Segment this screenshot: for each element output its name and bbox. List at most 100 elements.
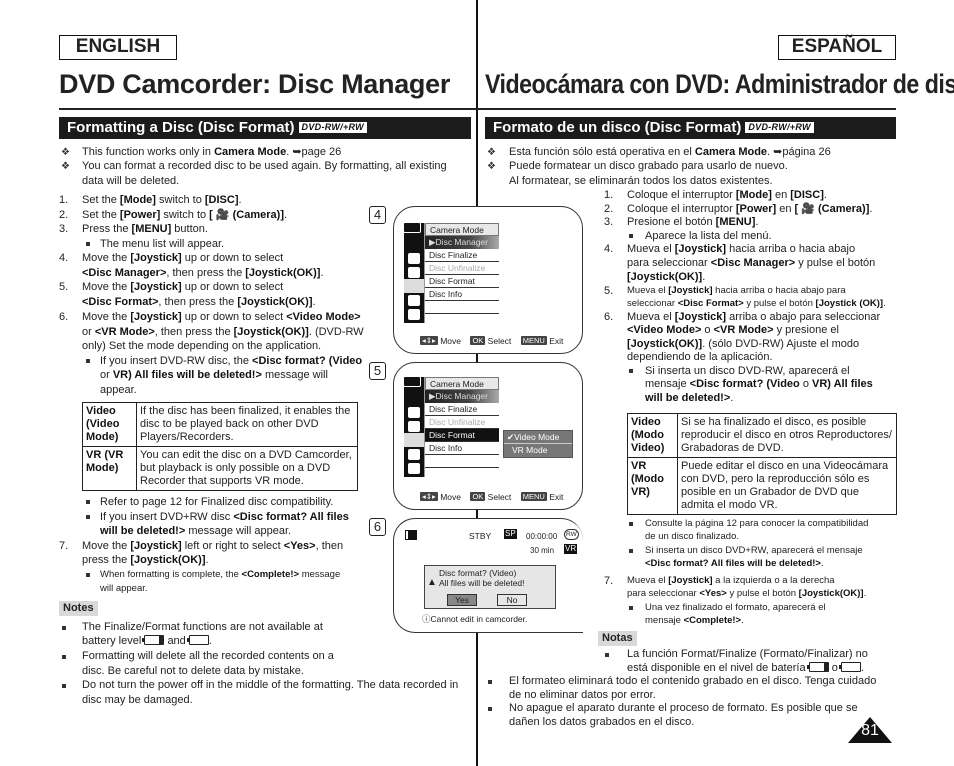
square-bullet-icon: [62, 626, 66, 630]
step-4: Move the [Joystick] up or down to select: [82, 252, 284, 264]
joystick-icon: ◂⇕▸: [420, 492, 438, 501]
format-dialog: ▲ Disc format? (Video) All files will be…: [424, 565, 556, 609]
menu-item-disc-manager[interactable]: ▶Disc Manager: [425, 390, 499, 403]
disc-type-icon: RW: [564, 529, 579, 540]
intro-line: Al formatear, se eliminarán todos los da…: [509, 175, 773, 187]
notes-label: Notes: [59, 601, 98, 616]
warning-icon: ▲: [427, 577, 437, 588]
menu-item-disc-info[interactable]: Disc Info: [425, 288, 499, 301]
menu-list: Camera Mode ▶Disc Manager Disc Finalize …: [424, 377, 504, 477]
screen-step-4: Camera Mode ▶Disc Manager Disc Finalize …: [393, 206, 583, 354]
info-line: ⓘCannot edit in camcorder.: [422, 614, 528, 624]
square-bullet-icon: [86, 242, 90, 246]
camera-mode-icon: [403, 222, 421, 233]
status-text: STBY: [469, 531, 492, 541]
step-6-cont: <Video Mode> o <VR Mode> y presione el: [627, 324, 839, 336]
diamond-bullet-icon: ❖: [487, 161, 496, 172]
square-bullet-icon: [62, 684, 66, 688]
step-6-note: will be deleted!>.: [645, 392, 734, 404]
disc-type-badge: DVD-RW/+RW: [298, 122, 367, 133]
menu-item-disc-format[interactable]: Disc Format: [425, 275, 499, 288]
language-label-english: ENGLISH: [59, 35, 177, 60]
step-5: Move the [Joystick] up or down to select: [82, 281, 284, 293]
table-value: Si se ha finalizado el disco, es posible…: [677, 413, 897, 458]
no-button[interactable]: No: [497, 594, 527, 606]
square-bullet-icon: [488, 680, 492, 684]
table-row: Video (Video Mode) If the disc has been f…: [82, 402, 358, 447]
step-2: Set the [Power] switch to [ 🎥 (Camera)].: [82, 209, 288, 221]
note-3: Do not turn the power off in the middle …: [82, 679, 459, 691]
screen-step-6: STBY SP 00:00:00 RW 30 min VR ▲ Disc for…: [393, 518, 583, 633]
square-bullet-icon: [629, 369, 633, 373]
tv-icon: [408, 449, 420, 460]
step-6-note: If you insert DVD-RW disc, the <Disc for…: [100, 355, 363, 367]
step-1: Coloque el interruptor [Mode] en [DISC].: [627, 189, 827, 201]
after-table-note: <Disc format? All files will be deleted!…: [645, 558, 824, 569]
note-2: Formatting will delete all the recorded …: [82, 650, 334, 662]
step-6-cont: or <VR Mode>, then press the [Joystick(O…: [82, 326, 364, 338]
after-table-note: If you insert DVD+RW disc <Disc format? …: [100, 511, 349, 523]
menu-item-disc-info[interactable]: Disc Info: [425, 442, 499, 455]
step-number: 6.: [59, 311, 69, 323]
screen-footer: ◂⇕▸ Move OK Select MENU Exit: [420, 336, 564, 346]
note-1: La función Format/Finalize (Formato/Fina…: [627, 648, 868, 660]
step-number: 6.: [604, 311, 614, 323]
step-6-note: or VR) All files will be deleted!> messa…: [100, 369, 328, 381]
screen-footer: ◂⇕▸ Move OK Select MENU Exit: [420, 492, 564, 502]
battery-icon: [405, 530, 417, 540]
battery-low-icon: [806, 662, 829, 672]
step-number: 4.: [604, 243, 614, 255]
step-7: Move the [Joystick] left or right to sel…: [82, 540, 344, 552]
square-bullet-icon: [629, 549, 633, 553]
page-number: 81: [861, 722, 879, 739]
table-key: Video (Video Mode): [82, 402, 137, 447]
intro-line: data will be deleted.: [82, 175, 180, 187]
menu-item-disc-format[interactable]: Disc Format: [425, 429, 499, 442]
square-bullet-icon: [605, 653, 609, 657]
step-number: 2.: [59, 209, 69, 221]
step-4-cont: [Joystick(OK)].: [627, 271, 706, 283]
square-bullet-icon: [86, 500, 90, 504]
submenu-item-vr-mode[interactable]: VR Mode: [504, 444, 572, 456]
submenu-item-video-mode[interactable]: ✔Video Mode: [504, 431, 572, 444]
intro-line: You can format a recorded disc to be use…: [82, 160, 447, 172]
menu-item-disc-finalize[interactable]: Disc Finalize: [425, 403, 499, 416]
menu-item-empty: [425, 301, 499, 314]
step-number: 4.: [59, 252, 69, 264]
section-title: Formatting a Disc (Disc Format): [67, 119, 295, 136]
menu-item-disc-finalize[interactable]: Disc Finalize: [425, 249, 499, 262]
step-5-cont: <Disc Format>, then press the [Joystick(…: [82, 296, 316, 308]
square-bullet-icon: [629, 234, 633, 238]
record-icon: [408, 253, 420, 264]
step-number: 5.: [604, 285, 614, 297]
yes-button[interactable]: Yes: [447, 594, 477, 606]
table-key: Video (Modo Video): [627, 413, 678, 458]
menu-item-disc-unfinalize[interactable]: Disc Unfinalize: [425, 416, 499, 429]
note-2: El formateo eliminará todo el contenido …: [509, 675, 877, 687]
note-1-cont: battery level and .: [82, 635, 212, 647]
page-title-spanish: Videocámara con DVD: Administrador de di…: [485, 69, 954, 99]
after-table-note: Refer to page 12 for Finalized disc comp…: [100, 496, 334, 508]
menu-item-disc-manager[interactable]: ▶Disc Manager: [425, 236, 499, 249]
table-value: If the disc has been finalized, it enabl…: [136, 402, 358, 447]
note-3-cont: dañen los datos grabados en el disco.: [509, 716, 695, 728]
tv-icon: [408, 295, 420, 306]
after-table-note: will be deleted!> message will appear.: [100, 525, 292, 537]
step-4: Mueva el [Joystick] hacia arriba o hacia…: [627, 243, 856, 255]
table-row: Video (Modo Video) Si se ha finalizado el…: [627, 413, 897, 458]
step-4-cont: para seleccionar <Disc Manager> y pulse …: [627, 257, 876, 269]
menu-item-empty: [425, 455, 499, 468]
square-bullet-icon: [488, 707, 492, 711]
step-number: 7.: [604, 575, 614, 587]
settings-icon: [408, 309, 420, 320]
camera-icon: [408, 267, 420, 278]
section-header-spanish: Formato de un disco (Disc Format) DVD-RW/…: [485, 117, 896, 139]
mode-table-spanish: Video (Modo Video) Si se ha finalizado el…: [627, 413, 897, 515]
screen-step-number: 5: [369, 362, 386, 380]
square-bullet-icon: [86, 515, 90, 519]
menu-item-disc-unfinalize[interactable]: Disc Unfinalize: [425, 262, 499, 275]
step-7-note: When formatting is complete, the <Comple…: [100, 569, 341, 580]
step-6: Move the [Joystick] up or down to select…: [82, 311, 361, 323]
menu-side-panel: [403, 376, 424, 477]
dialog-message: Disc format? (Video): [439, 568, 517, 578]
